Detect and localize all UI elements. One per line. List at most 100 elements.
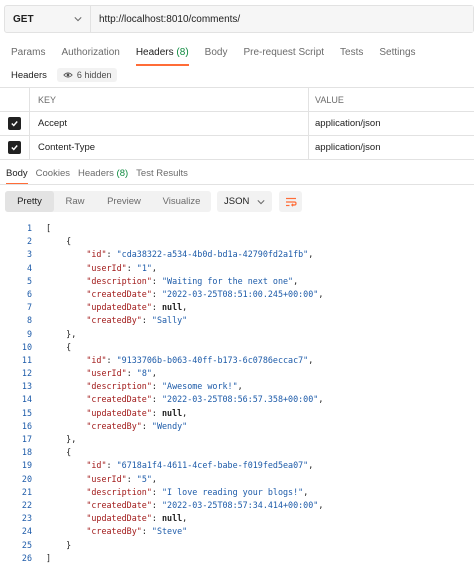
chevron-down-icon (74, 17, 82, 22)
url-input[interactable]: http://localhost:8010/comments/ (91, 6, 473, 32)
wrap-lines-button[interactable] (279, 191, 302, 212)
line-number: 20 (21, 473, 32, 484)
eye-icon (63, 72, 73, 78)
code-line: 22 "createdDate": "2022-03-25T08:57:34.4… (0, 499, 474, 512)
tab-cookies[interactable]: Cookies (32, 163, 74, 183)
line-number: 1 (26, 223, 32, 233)
column-value: VALUE (315, 94, 344, 105)
line-number: 17 (21, 434, 32, 444)
code-line: 10 { (0, 341, 474, 354)
line-number: 15 (21, 407, 32, 418)
header-key[interactable]: Accept (30, 112, 309, 135)
code-line: 14 "createdDate": "2022-03-25T08:56:57.3… (0, 393, 474, 406)
response-tabs: Body Cookies Headers (8) Test Results (0, 163, 192, 185)
checkmark-icon (8, 117, 21, 130)
row-checkbox[interactable] (0, 136, 30, 159)
tab-pre-request-script-label: Pre-request Script (243, 46, 325, 58)
view-pretty-button[interactable]: Pretty (5, 191, 54, 212)
headers-table: KEY VALUE Accept application/json Conten… (0, 87, 474, 160)
code-line: 11 "id": "9133706b-b063-40ff-b173-6c0786… (0, 354, 474, 367)
format-label: JSON (224, 196, 250, 207)
response-body-viewer[interactable]: 1[2 {3 "id": "cda38322-a534-4b0d-bd1a-42… (0, 222, 474, 565)
line-number: 16 (21, 420, 32, 431)
tab-pre-request-script[interactable]: Pre-request Script (235, 40, 332, 64)
wrap-lines-icon (285, 197, 297, 207)
request-tabs: Params Authorization Headers (8) Body Pr… (0, 40, 424, 66)
code-line: 6 "createdDate": "2022-03-25T08:51:00.24… (0, 288, 474, 301)
tab-params[interactable]: Params (0, 40, 53, 64)
code-text: ] (46, 552, 52, 563)
line-number: 6 (26, 288, 32, 299)
tab-authorization-label: Authorization (61, 46, 120, 58)
row-checkbox[interactable] (0, 112, 30, 135)
line-number: 5 (26, 275, 32, 286)
tab-response-headers-label: Headers (77, 167, 114, 179)
line-number: 9 (26, 328, 32, 339)
code-line: 9 }, (0, 328, 474, 341)
tab-cookies-label: Cookies (35, 167, 70, 179)
chevron-down-icon (257, 199, 265, 204)
code-text: "userId": "8", (86, 368, 157, 379)
tab-settings-label: Settings (379, 46, 416, 58)
line-number: 18 (21, 447, 32, 458)
hidden-headers-toggle[interactable]: 6 hidden (56, 68, 118, 82)
line-number: 14 (21, 394, 32, 405)
code-text: "createdBy": "Wendy" (86, 420, 188, 431)
divider (0, 184, 474, 185)
code-line: 23 "updatedDate": null, (0, 512, 474, 525)
code-text: [ (46, 223, 52, 233)
tab-headers-count: (8) (176, 46, 189, 58)
code-text: "createdDate": "2022-03-25T08:57:34.414+… (86, 499, 324, 510)
code-text: { (46, 341, 72, 352)
tab-settings[interactable]: Settings (371, 40, 423, 64)
code-text: "description": "Waiting for the next one… (86, 275, 299, 286)
code-text: "createdDate": "2022-03-25T08:56:57.358+… (86, 394, 324, 405)
code-text: "userId": "1", (86, 262, 157, 273)
method-label: GET (13, 13, 34, 25)
tab-authorization[interactable]: Authorization (53, 40, 127, 64)
tab-tests[interactable]: Tests (332, 40, 371, 64)
table-row: Content-Type application/json (0, 136, 474, 160)
line-number: 11 (21, 354, 32, 365)
view-visualize-button[interactable]: Visualize (152, 191, 211, 212)
method-select[interactable]: GET (5, 6, 91, 32)
checkmark-icon (8, 141, 21, 154)
request-bar: GET http://localhost:8010/comments/ (4, 5, 474, 33)
view-raw-button[interactable]: Raw (54, 191, 96, 212)
tab-response-body[interactable]: Body (0, 163, 32, 185)
tab-headers[interactable]: Headers (8) (128, 40, 197, 66)
code-line: 20 "userId": "5", (0, 473, 474, 486)
headers-subheader: Headers 6 hidden (11, 67, 118, 83)
code-line: 7 "updatedDate": null, (0, 301, 474, 314)
code-line: 24 "createdBy": "Steve" (0, 525, 474, 538)
code-line: 17 }, (0, 433, 474, 446)
code-text: { (46, 236, 72, 247)
code-line: 3 "id": "cda38322-a534-4b0d-bd1a-42790fd… (0, 248, 474, 261)
header-value[interactable]: application/json (309, 112, 474, 135)
tab-test-results-label: Test Results (136, 167, 188, 179)
line-number: 7 (26, 302, 32, 313)
tab-response-headers[interactable]: Headers (8) (74, 163, 132, 183)
code-text: "description": "Awesome work!", (86, 381, 243, 392)
code-text: "description": "I love reading your blog… (86, 486, 309, 497)
line-number: 10 (21, 341, 32, 352)
line-number: 25 (21, 539, 32, 550)
tab-test-results[interactable]: Test Results (132, 163, 192, 183)
tab-headers-label: Headers (135, 46, 174, 58)
header-value[interactable]: application/json (309, 136, 474, 159)
line-number: 23 (21, 513, 32, 524)
code-line: 21 "description": "I love reading your b… (0, 486, 474, 499)
line-number: 3 (26, 249, 32, 260)
code-line: 18 { (0, 446, 474, 459)
view-preview-button[interactable]: Preview (96, 191, 152, 212)
tab-body[interactable]: Body (197, 40, 236, 64)
tab-params-label: Params (11, 46, 46, 58)
header-key[interactable]: Content-Type (30, 136, 309, 159)
column-key: KEY (30, 88, 309, 111)
tab-body-label: Body (204, 46, 228, 58)
format-select[interactable]: JSON (217, 191, 272, 212)
code-text: "id": "9133706b-b063-40ff-b173-6c0786ecc… (86, 354, 314, 365)
code-line: 4 "userId": "1", (0, 262, 474, 275)
code-text: "id": "6718a1f4-4611-4cef-babe-f019fed5e… (86, 460, 314, 471)
line-number: 13 (21, 381, 32, 392)
